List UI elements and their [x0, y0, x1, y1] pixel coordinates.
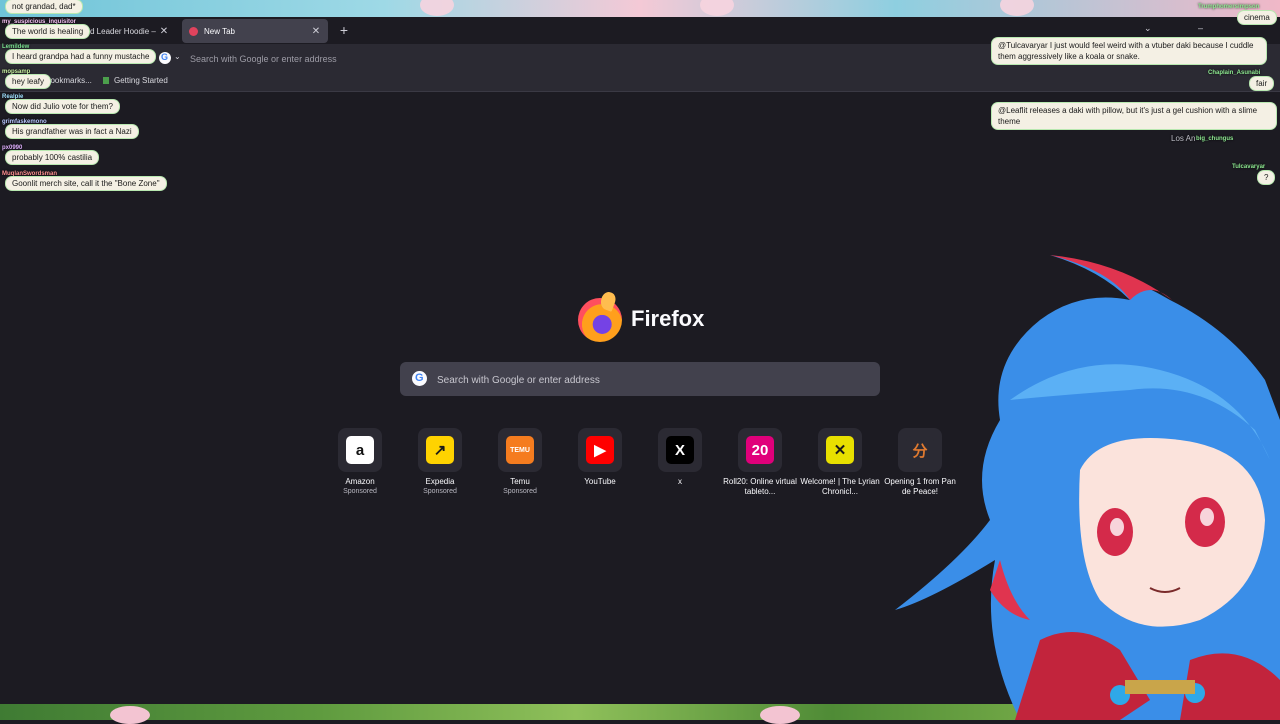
top-site-label: Roll20: Online virtual tableto...	[723, 477, 797, 496]
chat-username: Tulcavaryar	[1232, 164, 1266, 170]
sponsored-tag: Sponsored	[503, 488, 537, 495]
top-site-label: Temu	[510, 477, 530, 486]
brand-wordmark: Firefox	[631, 306, 705, 331]
top-site-icon-frame: TEMU	[498, 428, 542, 472]
chat-message: ?	[1258, 171, 1275, 184]
blossom-decoration	[420, 0, 454, 16]
bookmark-folder-icon	[103, 77, 109, 84]
chat-username: Chaplain_Asunabi	[1208, 70, 1261, 76]
chat-message: hey leafy	[6, 75, 51, 88]
desktop-wallpaper-bottom	[0, 704, 1280, 724]
chat-message: The world is healing	[6, 25, 90, 38]
top-site-label: Expedia	[425, 477, 455, 486]
top-site-icon-frame: X	[658, 428, 702, 472]
chevron-down-icon[interactable]: ⌄	[174, 52, 181, 61]
chat-message: not grandad, dad*	[6, 0, 82, 13]
new-tab-plus-icon[interactable]: +	[336, 21, 352, 39]
chat-message: fair	[1250, 77, 1274, 90]
top-site-label: Opening 1 from Pan de Peace!	[884, 477, 956, 496]
chat-message: Goonlit merch site, call it the "Bone Zo…	[6, 177, 166, 190]
youtube-icon: ▶	[586, 436, 614, 464]
search-engine-google-icon[interactable]	[159, 52, 171, 64]
top-site-tile[interactable]: ✕ Welcome! | The Lyrian Chronicl...	[800, 428, 880, 497]
firefox-logo-icon	[578, 298, 622, 342]
url-bar-input[interactable]	[186, 51, 794, 67]
top-site-icon-frame: ▶	[578, 428, 622, 472]
roll20-icon: 20	[746, 436, 774, 464]
expedia-icon: ↗	[426, 436, 454, 464]
tab-title: New Tab	[204, 26, 235, 36]
temu-icon: TEMU	[506, 436, 534, 464]
chat-username: big_chungus	[1196, 136, 1234, 142]
bookmark-getting-started[interactable]: Getting Started	[114, 76, 168, 85]
blossom-decoration	[1000, 0, 1034, 16]
top-site-label: x	[678, 477, 682, 486]
newtab-search-box[interactable]	[400, 362, 880, 396]
google-icon	[412, 371, 427, 386]
chat-username: Trumphomersimpson	[1198, 4, 1260, 10]
top-site-tile[interactable]: 分 Opening 1 from Pan de Peace!	[880, 428, 960, 497]
bookmark-import[interactable]: bookmarks...	[46, 76, 92, 85]
top-site-tile[interactable]: TEMU Temu Sponsored	[480, 428, 560, 496]
newtab-search-input[interactable]	[435, 371, 869, 389]
top-site-label: Amazon	[345, 477, 375, 486]
top-site-icon-frame: ↗	[418, 428, 462, 472]
top-site-icon-frame: 20	[738, 428, 782, 472]
close-icon[interactable]: ✕	[310, 26, 322, 37]
top-site-label: YouTube	[584, 477, 616, 486]
chat-message: cinema	[1238, 11, 1276, 24]
minimize-icon[interactable]: –	[1198, 23, 1203, 33]
chat-message: I heard grandpa had a funny mustache	[6, 50, 156, 63]
top-site-icon-frame: a	[338, 428, 382, 472]
sponsored-tag: Sponsored	[423, 488, 457, 495]
amazon-icon: a	[346, 436, 374, 464]
pan-de-peace-icon: 分	[906, 436, 934, 464]
chat-message: probably 100% castilia	[6, 151, 99, 164]
top-site-tile[interactable]: a Amazon Sponsored	[320, 428, 400, 496]
desktop-wallpaper-top	[0, 0, 1280, 17]
bookmarks-toolbar	[0, 72, 1280, 92]
sponsored-tag: Sponsored	[343, 488, 377, 495]
tab-favicon-icon	[189, 26, 198, 36]
close-icon[interactable]: ✕	[158, 26, 170, 37]
top-site-label: Welcome! | The Lyrian Chronicl...	[800, 477, 880, 496]
x-icon: X	[666, 436, 694, 464]
top-site-tile[interactable]: Xx	[640, 428, 720, 487]
lyrian-icon: ✕	[826, 436, 854, 464]
tab-new-tab[interactable]: New Tab ✕	[182, 19, 328, 43]
top-site-tile[interactable]: ↗ Expedia Sponsored	[400, 428, 480, 496]
top-site-tile[interactable]: 20 Roll20: Online virtual tableto...	[720, 428, 800, 497]
top-site-icon-frame: ✕	[818, 428, 862, 472]
top-site-tile[interactable]: ▶ YouTube	[560, 428, 640, 487]
blossom-decoration	[700, 0, 734, 16]
chat-message: Now did Julio vote for them?	[6, 100, 119, 113]
blossom-decoration	[110, 706, 150, 724]
avatar-face	[1079, 438, 1265, 627]
blossom-decoration	[760, 706, 800, 724]
list-all-tabs-chevron-icon[interactable]: ⌄	[1144, 23, 1152, 34]
weather-location: Los An	[1171, 134, 1196, 143]
chat-message: @Leaflit releases a daki with pillow, bu…	[992, 103, 1276, 129]
chat-message: His grandfather was in fact a Nazi	[6, 125, 138, 138]
top-site-icon-frame: 分	[898, 428, 942, 472]
chat-message: @Tulcavaryar I just would feel weird wit…	[992, 38, 1266, 64]
